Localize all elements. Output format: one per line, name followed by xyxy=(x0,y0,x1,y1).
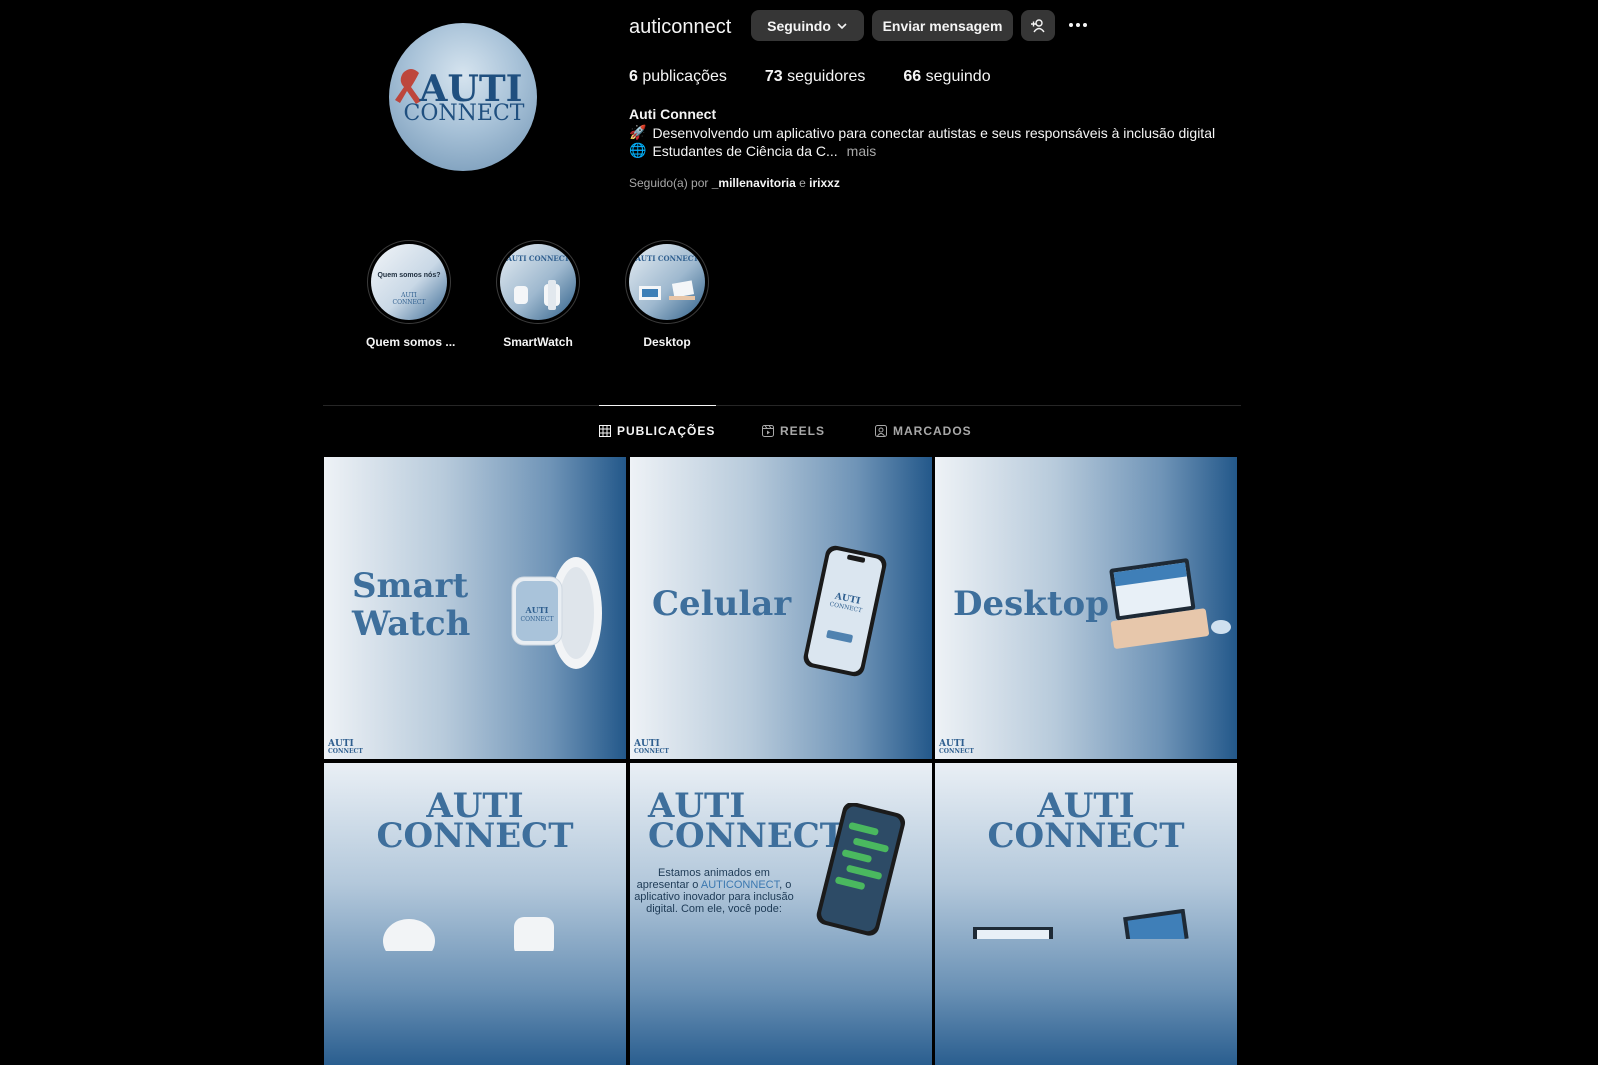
following-button-label: Seguindo xyxy=(767,17,831,34)
post-auticonnect-intro[interactable]: AUTI CONNECT Estamos animados em apresen… xyxy=(630,763,932,1065)
smartwatch-icon xyxy=(514,280,560,310)
tab-reels[interactable]: REELS xyxy=(762,406,825,456)
add-user-button[interactable] xyxy=(1021,10,1055,41)
more-options-icon[interactable] xyxy=(1066,14,1090,36)
post-auticonnect-watches[interactable]: AUTI CONNECT xyxy=(324,763,626,1065)
phone-icon xyxy=(816,803,906,936)
tab-label: PUBLICAÇÕES xyxy=(617,424,716,438)
post-title: Smart Watch xyxy=(352,566,471,644)
tab-marcados[interactable]: MARCADOS xyxy=(875,406,972,456)
post-mini-logo: AUTI CONNECT xyxy=(634,739,669,756)
tab-publicacoes[interactable]: PUBLICAÇÕES xyxy=(599,405,717,456)
post-caption: Estamos animados em apresentar o AUTICON… xyxy=(634,867,794,915)
post-title: Celular xyxy=(652,584,792,624)
post-auticonnect-desktop[interactable]: AUTI CONNECT xyxy=(935,763,1237,1065)
followers-count[interactable]: 73 seguidores xyxy=(765,68,866,86)
highlight-label: Quem somos ... xyxy=(366,335,456,349)
tagged-icon xyxy=(875,425,887,437)
highlight-quem-somos[interactable]: Quem somos nós? AUTI CONNECT Quem somos .… xyxy=(366,240,456,349)
bio-line-2: 🌐 Estudantes de Ciência da C... mais xyxy=(629,142,876,159)
chevron-down-icon xyxy=(837,22,847,29)
following-button[interactable]: Seguindo xyxy=(751,10,864,41)
globe-icon: 🌐 xyxy=(629,142,647,158)
desktop-icon xyxy=(639,280,695,300)
highlight-desktop[interactable]: AUTI CONNECT Desktop xyxy=(624,240,710,349)
tab-label: REELS xyxy=(780,424,826,438)
highlight-label: SmartWatch xyxy=(503,335,573,349)
bio-line-1: 🚀 Desenvolvendo um aplicativo para conec… xyxy=(629,124,1215,141)
post-logo: AUTI CONNECT xyxy=(987,786,1185,856)
smartwatch-icon: AUTI CONNECT xyxy=(511,557,602,669)
highlight-smartwatch[interactable]: AUTI CONNECT SmartWatch xyxy=(495,240,581,349)
bio-name: Auti Connect xyxy=(629,106,717,122)
highlight-label: Desktop xyxy=(643,335,691,349)
phone-icon: AUTI CONNECT xyxy=(803,545,887,677)
svg-text:AUTI: AUTI xyxy=(525,605,549,615)
post-mini-logo: AUTI CONNECT xyxy=(328,739,363,756)
tab-label: MARCADOS xyxy=(893,424,972,438)
posts-count: 6 publicações xyxy=(629,68,727,85)
send-message-button[interactable]: Enviar mensagem xyxy=(872,10,1013,41)
bio-line-2-text: Estudantes de Ciência da C... xyxy=(652,142,838,159)
highlight-inner-text: Quem somos nós? xyxy=(377,272,441,279)
highlight-mini-logo: AUTI CONNECT xyxy=(392,292,426,306)
laptop-icon xyxy=(1109,558,1231,649)
reels-icon xyxy=(762,425,774,437)
post-logo: AUTI CONNECT xyxy=(376,786,574,856)
add-user-icon xyxy=(1031,18,1045,32)
post-celular[interactable]: Celular AUTI CONNECT AUTI CONNECT xyxy=(630,457,932,759)
profile-stats: 6 publicações 73 seguidores 66 seguindo xyxy=(629,68,1029,86)
follower-link-2[interactable]: irixxz xyxy=(809,176,840,190)
following-count[interactable]: 66 seguindo xyxy=(903,68,990,86)
bio-more-link[interactable]: mais xyxy=(847,143,877,159)
post-title: Desktop xyxy=(953,584,1109,624)
profile-username: auticonnect xyxy=(629,16,732,38)
rocket-icon: 🚀 xyxy=(629,124,647,140)
svg-text:CONNECT: CONNECT xyxy=(521,616,554,623)
grid-icon xyxy=(599,425,611,437)
avatar-logo-bottom: CONNECT xyxy=(404,101,525,126)
laptop-icon xyxy=(973,909,1189,939)
smartwatch-icon xyxy=(383,917,554,951)
follower-link-1[interactable]: _millenavitoria xyxy=(712,176,796,190)
post-smartwatch[interactable]: Smart Watch AUTI CONNECT AUTI CONNECT xyxy=(324,457,626,759)
followed-by: Seguido(a) por _millenavitoria e irixxz xyxy=(629,176,840,190)
profile-avatar[interactable]: AUTI CONNECT xyxy=(389,23,537,171)
auti-connect-logo-icon: AUTI CONNECT xyxy=(395,68,525,126)
post-desktop[interactable]: Desktop AUTI CONNECT xyxy=(935,457,1237,759)
bio-line-1-text: Desenvolvendo um aplicativo para conecta… xyxy=(652,124,1216,141)
post-mini-logo: AUTI CONNECT xyxy=(939,739,974,756)
